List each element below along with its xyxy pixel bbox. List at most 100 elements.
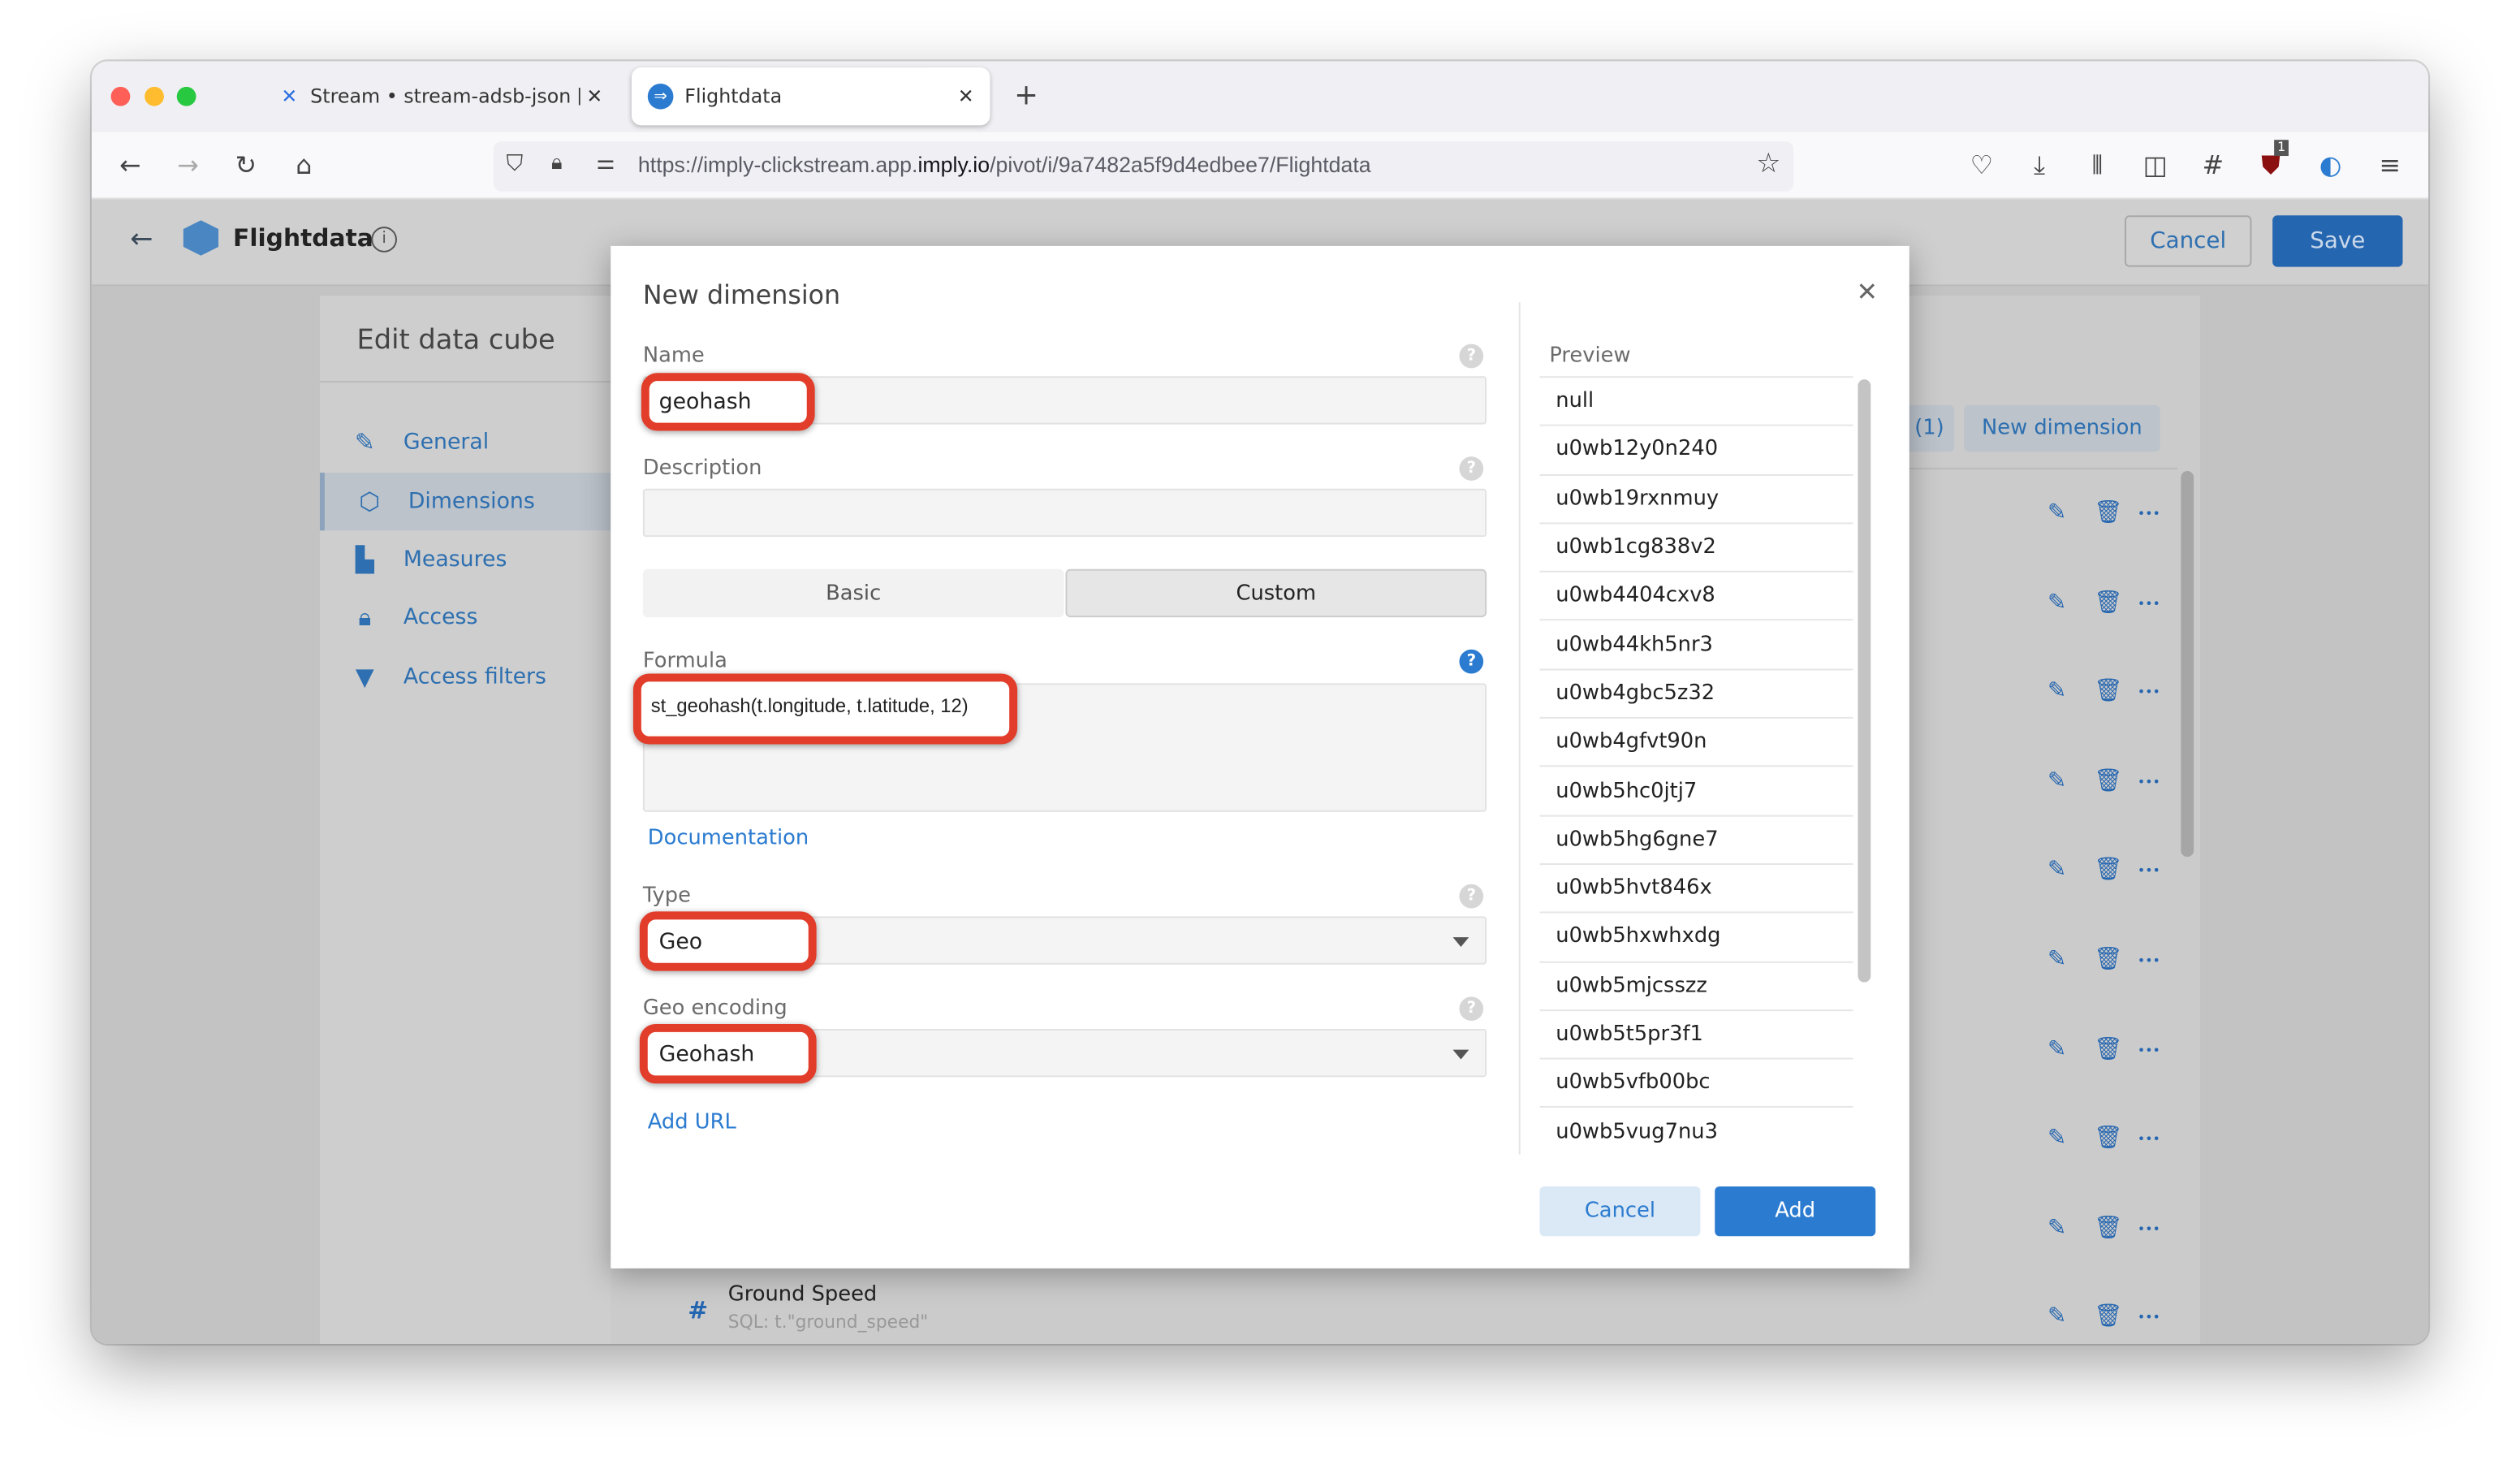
close-tab-icon[interactable]: ✕ — [958, 85, 974, 108]
trash-icon[interactable]: 🗑︎ — [2094, 1304, 2122, 1330]
help-icon[interactable]: ? — [1459, 884, 1484, 909]
maximize-window-button[interactable] — [176, 86, 196, 106]
close-tab-icon[interactable]: ✕ — [586, 85, 602, 108]
ublock-icon[interactable]: ⛊ 1 — [2255, 140, 2289, 180]
more-icon[interactable]: ••• — [2138, 596, 2160, 611]
nav-access-filters[interactable]: ▼ Access filters — [320, 648, 611, 706]
name-value[interactable]: geohash — [659, 389, 752, 415]
close-dialog-icon[interactable]: ✕ — [1856, 276, 1878, 307]
more-icon[interactable]: ••• — [2138, 1221, 2160, 1236]
header-save-button[interactable]: Save — [2272, 215, 2403, 267]
more-icon[interactable]: ••• — [2138, 685, 2160, 700]
tab-flightdata[interactable]: ⇒ Flightdata ✕ — [631, 67, 990, 126]
trash-icon[interactable]: 🗑︎ — [2094, 679, 2122, 705]
formula-value[interactable]: st_geohash(t.longitude, t.latitude, 12) — [651, 694, 969, 717]
sidebar-icon[interactable]: ◫ — [2139, 150, 2172, 180]
home-icon[interactable]: ⌂ — [287, 150, 320, 180]
type-value[interactable]: Geo — [659, 929, 703, 955]
nav-label: Measures — [403, 547, 507, 573]
reload-icon[interactable]: ↻ — [230, 150, 262, 180]
edit-icon[interactable]: ✎ — [2048, 1036, 2066, 1062]
preview-scrollbar[interactable] — [1858, 379, 1871, 983]
close-window-button[interactable] — [110, 86, 131, 106]
name-label: Name — [642, 344, 705, 369]
sidebar-title: Edit data cube — [356, 324, 555, 357]
shield-icon[interactable]: ⛉ — [507, 151, 524, 177]
dialog-add-button[interactable]: Add — [1715, 1186, 1876, 1237]
more-icon[interactable]: ••• — [2138, 1043, 2160, 1057]
description-input[interactable] — [642, 488, 1487, 538]
trash-icon[interactable]: 🗑︎ — [2094, 947, 2122, 973]
nav-access[interactable]: 🔒︎ Access — [320, 589, 611, 646]
count-button[interactable]: (1) — [1904, 404, 1955, 452]
trash-icon[interactable]: 🗑︎ — [2094, 768, 2122, 794]
trash-icon[interactable]: 🗑︎ — [2094, 858, 2122, 884]
edit-icon[interactable]: ✎ — [2048, 679, 2066, 705]
back-icon[interactable]: ← — [114, 150, 147, 180]
extension-fence-icon[interactable]: # — [2197, 150, 2229, 180]
back-arrow-icon[interactable]: ← — [130, 223, 153, 256]
chevron-down-icon — [1452, 1049, 1469, 1060]
trash-icon[interactable]: 🗑︎ — [2094, 1126, 2122, 1152]
preview-row: u0wb5hxwhxdg — [1539, 914, 1853, 962]
edit-icon[interactable]: ✎ — [2048, 500, 2066, 526]
more-icon[interactable]: ••• — [2138, 507, 2160, 521]
geo-encoding-value[interactable]: Geohash — [659, 1042, 755, 1068]
preview-row: null — [1539, 378, 1853, 427]
help-icon[interactable]: ? — [1459, 649, 1484, 674]
minimize-window-button[interactable] — [145, 86, 164, 106]
more-icon[interactable]: ••• — [2138, 775, 2160, 789]
trash-icon[interactable]: 🗑︎ — [2094, 590, 2122, 616]
dialog-cancel-button[interactable]: Cancel — [1539, 1186, 1701, 1237]
help-icon[interactable]: ? — [1459, 344, 1484, 369]
tab-stream[interactable]: ✕ Stream • stream-adsb-json [De ✕ — [265, 67, 619, 125]
bookmark-star-icon[interactable]: ☆ — [1756, 148, 1780, 180]
forward-icon[interactable]: → — [172, 150, 205, 180]
list-scrollbar[interactable] — [2181, 471, 2194, 858]
new-dimension-dialog: New dimension ✕ Name ? geohash Descripti… — [611, 245, 1909, 1268]
nav-dimensions[interactable]: ⬡ Dimensions — [319, 473, 611, 531]
trash-icon[interactable]: 🗑︎ — [2094, 1036, 2122, 1062]
help-icon[interactable]: ? — [1459, 456, 1484, 481]
add-url-link[interactable]: Add URL — [648, 1111, 736, 1135]
url-text[interactable]: https://imply-clickstream.app.imply.io/p… — [638, 153, 1371, 177]
info-icon[interactable]: i — [371, 227, 397, 253]
permissions-icon[interactable]: ⚌ — [596, 151, 615, 175]
password-manager-icon[interactable]: ◐ — [2315, 150, 2347, 180]
nav-general[interactable]: ✎ General — [320, 413, 611, 471]
menu-icon[interactable]: ≡ — [2374, 150, 2406, 180]
more-icon[interactable]: ••• — [2138, 864, 2160, 879]
library-icon[interactable]: ⫴ — [2082, 150, 2114, 180]
tab-basic[interactable]: Basic — [642, 568, 1064, 618]
edit-icon[interactable]: ✎ — [2048, 1304, 2066, 1330]
edit-icon[interactable]: ✎ — [2048, 858, 2066, 884]
help-icon[interactable]: ? — [1459, 996, 1484, 1022]
navigation-toolbar: ← → ↻ ⌂ ⛉ 🔒︎ ⚌ https://imply-clickstream… — [91, 132, 2429, 200]
lock-icon[interactable]: 🔒︎ — [551, 151, 563, 175]
pocket-icon[interactable]: ♡ — [1966, 150, 1998, 180]
preview-row: u0wb4gbc5z32 — [1539, 670, 1853, 720]
more-icon[interactable]: ••• — [2138, 953, 2160, 968]
divider — [319, 381, 611, 383]
trash-icon[interactable]: 🗑︎ — [2094, 1215, 2122, 1241]
edit-icon[interactable]: ✎ — [2048, 947, 2066, 973]
edit-icon[interactable]: ✎ — [2048, 590, 2066, 616]
downloads-icon[interactable]: ⤓ — [2023, 150, 2056, 180]
new-dimension-button[interactable]: New dimension — [1964, 404, 2160, 452]
edit-icon[interactable]: ✎ — [2048, 1215, 2066, 1241]
header-cancel-button[interactable]: Cancel — [2125, 215, 2252, 267]
nav-label: General — [403, 429, 490, 456]
address-bar[interactable]: ⛉ 🔒︎ ⚌ https://imply-clickstream.app.imp… — [493, 141, 1794, 192]
edit-icon[interactable]: ✎ — [2048, 768, 2066, 794]
documentation-link[interactable]: Documentation — [648, 827, 809, 851]
more-icon[interactable]: ••• — [2138, 1311, 2160, 1325]
nav-label: Dimensions — [408, 488, 535, 515]
new-tab-button[interactable]: + — [1014, 79, 1038, 113]
edit-icon[interactable]: ✎ — [2048, 1126, 2066, 1152]
trash-icon[interactable]: 🗑︎ — [2094, 500, 2122, 526]
nav-measures[interactable]: ▙ Measures — [320, 530, 611, 588]
tab-custom[interactable]: Custom — [1065, 568, 1487, 618]
lock-icon: 🔒︎ — [358, 603, 372, 632]
more-icon[interactable]: ••• — [2138, 1132, 2160, 1147]
preview-label: Preview — [1549, 344, 1631, 369]
